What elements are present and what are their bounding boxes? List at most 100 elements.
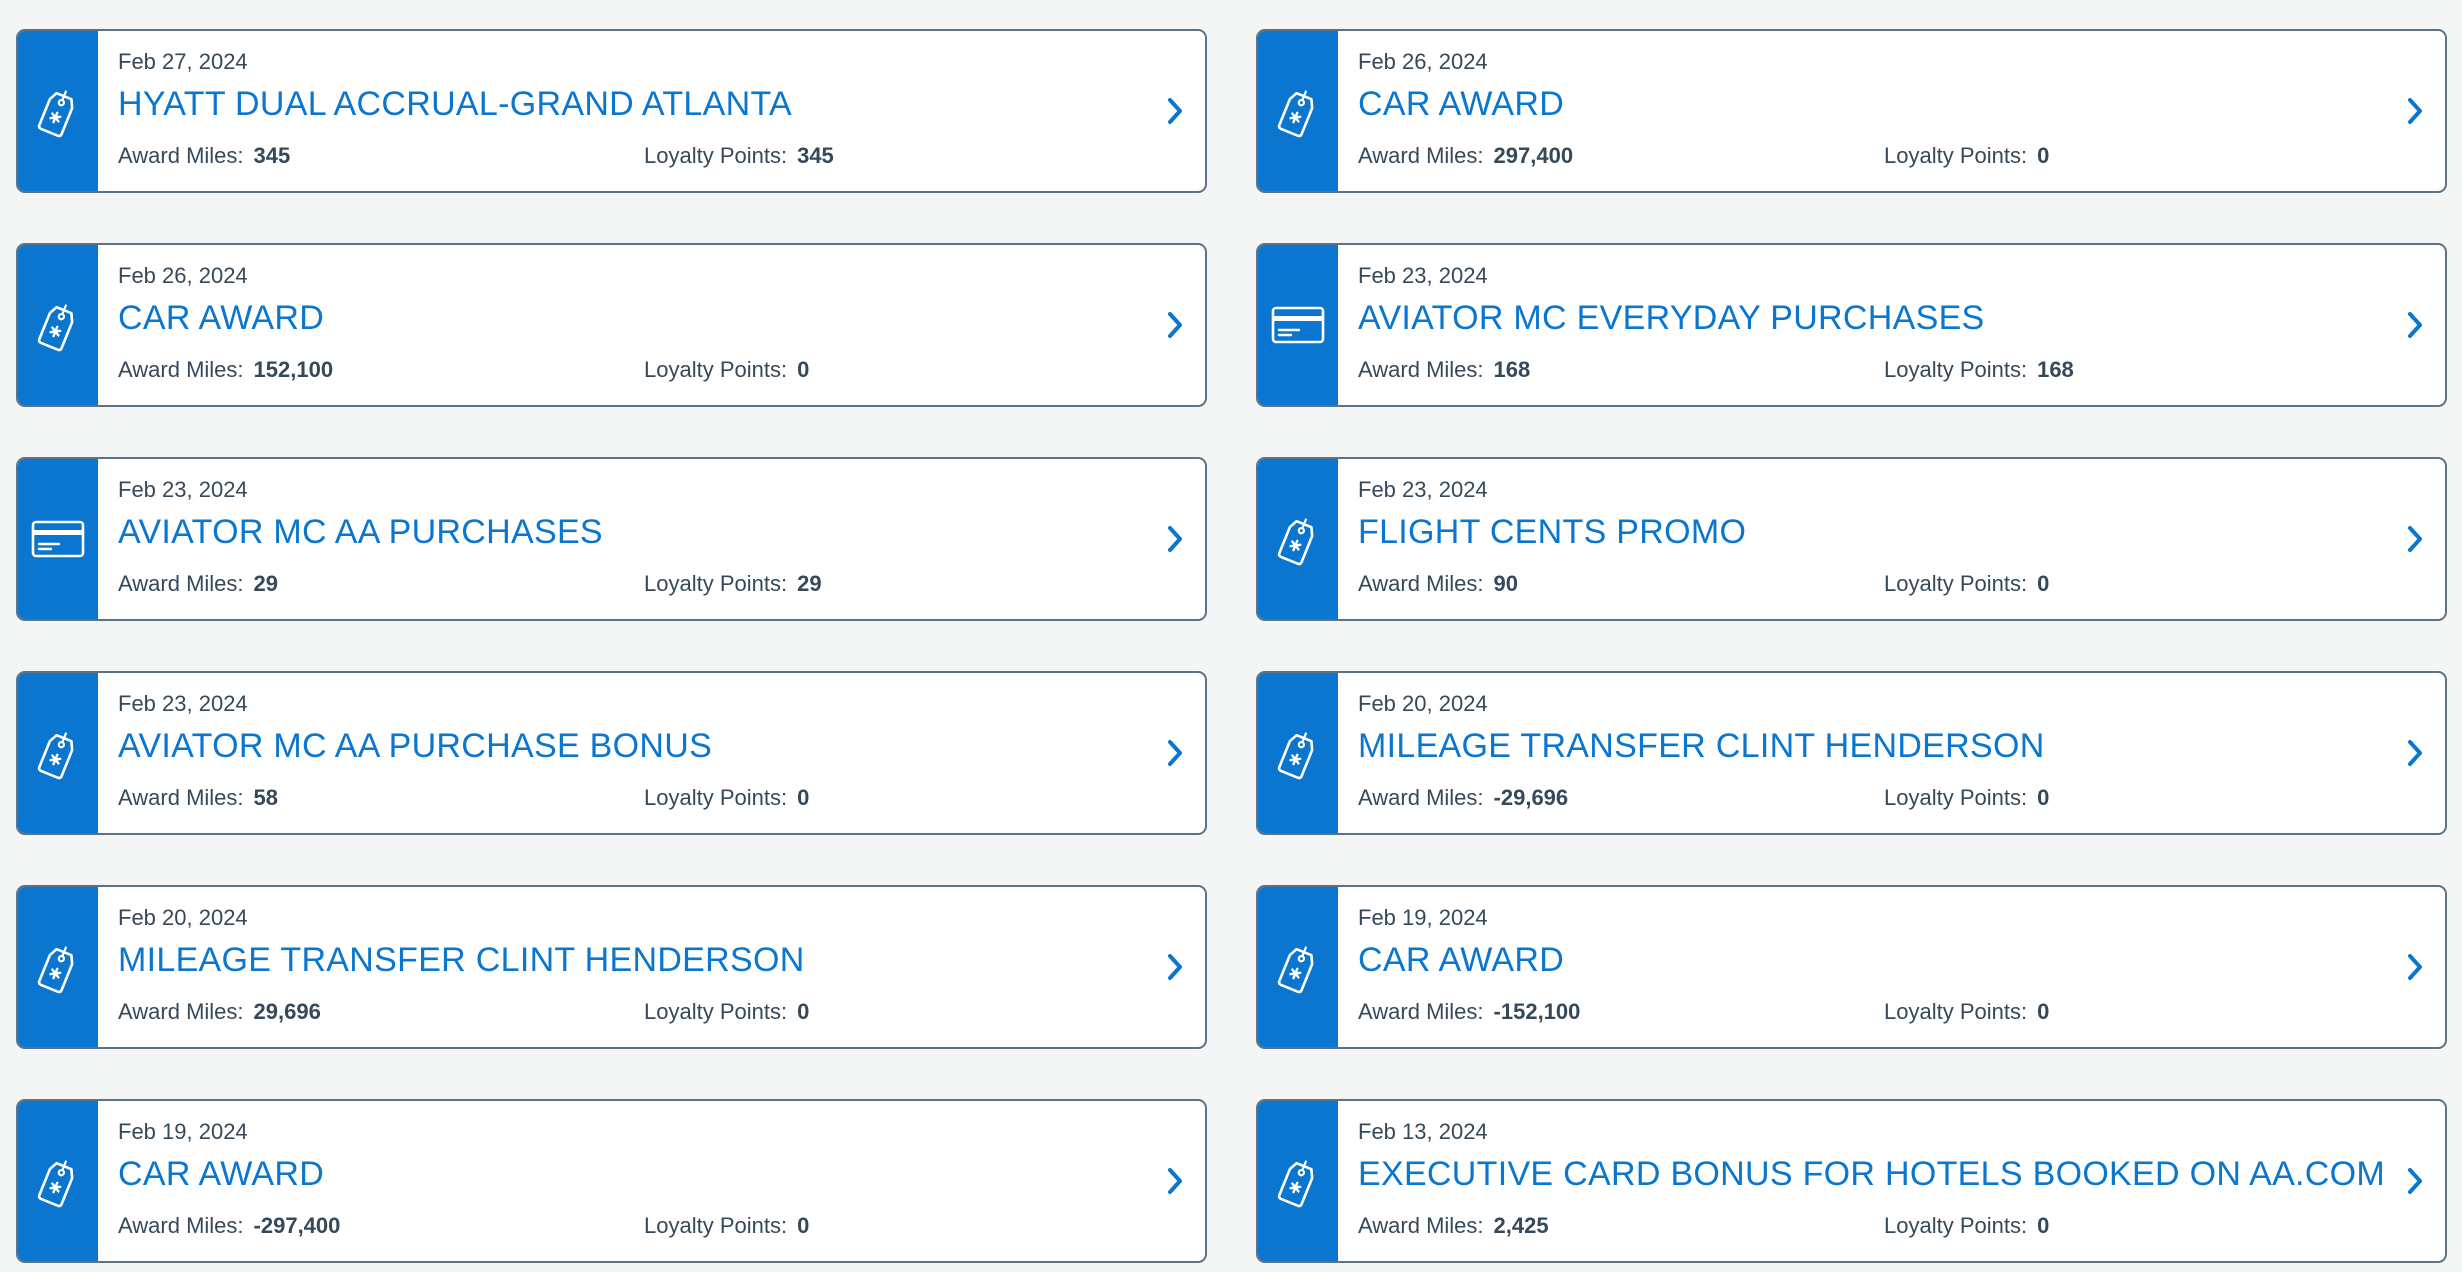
award-miles-label: Award Miles: [118, 143, 244, 168]
transaction-card[interactable]: Feb 27, 2024 HYATT DUAL ACCRUAL-GRAND AT… [16, 29, 1207, 193]
transaction-title[interactable]: CAR AWARD [1358, 85, 1564, 124]
chevron-right-icon[interactable] [2403, 1166, 2427, 1196]
award-miles-label: Award Miles: [1358, 1213, 1484, 1238]
loyalty-points-label: Loyalty Points: [644, 999, 788, 1024]
award-miles-stat: Award Miles: -29,696 [1358, 785, 1568, 811]
loyalty-points-stat: Loyalty Points: 0 [1884, 999, 2049, 1025]
loyalty-points-label: Loyalty Points: [1884, 999, 2028, 1024]
loyalty-points-label: Loyalty Points: [644, 785, 788, 810]
card-body: Feb 23, 2024 AVIATOR MC AA PURCHASE BONU… [118, 673, 1145, 833]
transaction-date: Feb 23, 2024 [1358, 263, 1488, 288]
chevron-right-icon[interactable] [2403, 96, 2427, 126]
transaction-card[interactable]: Feb 23, 2024 AVIATOR MC EVERYDAY PURCHAS… [1256, 243, 2447, 407]
transaction-card[interactable]: Feb 23, 2024 FLIGHT CENTS PROMO Award Mi… [1256, 457, 2447, 621]
card-icon-bar [1258, 459, 1338, 619]
card-body: Feb 19, 2024 CAR AWARD Award Miles: -297,… [118, 1101, 1145, 1261]
transaction-date: Feb 19, 2024 [118, 1119, 248, 1144]
transaction-title[interactable]: HYATT DUAL ACCRUAL-GRAND ATLANTA [118, 85, 792, 124]
award-miles-stat: Award Miles: 29,696 [118, 999, 321, 1025]
chevron-right-icon[interactable] [1163, 524, 1187, 554]
award-miles-label: Award Miles: [118, 785, 244, 810]
award-miles-label: Award Miles: [1358, 999, 1484, 1024]
card-icon-bar [18, 459, 98, 619]
tag-icon [36, 297, 80, 353]
transaction-date: Feb 23, 2024 [118, 477, 248, 502]
transaction-title[interactable]: CAR AWARD [118, 1155, 324, 1194]
card-icon-bar [1258, 673, 1338, 833]
award-miles-stat: Award Miles: -152,100 [1358, 999, 1580, 1025]
chevron-right-icon[interactable] [1163, 738, 1187, 768]
loyalty-points-stat: Loyalty Points: 0 [1884, 1213, 2049, 1239]
chevron-right-icon[interactable] [2403, 738, 2427, 768]
award-miles-label: Award Miles: [118, 1213, 244, 1238]
card-body: Feb 23, 2024 AVIATOR MC AA PURCHASES Awa… [118, 459, 1145, 619]
loyalty-points-value: 0 [797, 785, 810, 810]
chevron-right-icon[interactable] [1163, 952, 1187, 982]
award-miles-label: Award Miles: [1358, 143, 1484, 168]
transaction-card[interactable]: Feb 20, 2024 MILEAGE TRANSFER CLINT HEND… [16, 885, 1207, 1049]
transaction-date: Feb 26, 2024 [118, 263, 248, 288]
loyalty-points-label: Loyalty Points: [644, 357, 788, 382]
transaction-card[interactable]: Feb 26, 2024 CAR AWARD Award Miles: 152,1… [16, 243, 1207, 407]
chevron-right-icon[interactable] [1163, 96, 1187, 126]
transaction-card[interactable]: Feb 26, 2024 CAR AWARD Award Miles: 297,4… [1256, 29, 2447, 193]
loyalty-points-value: 0 [2037, 571, 2050, 596]
chevron-right-icon[interactable] [2403, 524, 2427, 554]
award-miles-value: 29,696 [253, 999, 321, 1024]
transaction-title[interactable]: AVIATOR MC AA PURCHASE BONUS [118, 727, 712, 766]
credit-card-icon [1271, 305, 1325, 345]
award-miles-value: -152,100 [1493, 999, 1581, 1024]
transaction-card[interactable]: Feb 19, 2024 CAR AWARD Award Miles: -152,… [1256, 885, 2447, 1049]
transaction-date: Feb 26, 2024 [1358, 49, 1488, 74]
card-body: Feb 23, 2024 FLIGHT CENTS PROMO Award Mi… [1358, 459, 2385, 619]
award-miles-label: Award Miles: [118, 571, 244, 596]
tag-icon [36, 83, 80, 139]
loyalty-points-stat: Loyalty Points: 0 [644, 357, 809, 383]
card-icon-bar [18, 673, 98, 833]
card-body: Feb 19, 2024 CAR AWARD Award Miles: -152,… [1358, 887, 2385, 1047]
card-body: Feb 20, 2024 MILEAGE TRANSFER CLINT HEND… [1358, 673, 2385, 833]
transaction-card[interactable]: Feb 19, 2024 CAR AWARD Award Miles: -297,… [16, 1099, 1207, 1263]
transaction-card[interactable]: Feb 13, 2024 EXECUTIVE CARD BONUS FOR HO… [1256, 1099, 2447, 1263]
loyalty-points-value: 0 [2037, 143, 2050, 168]
transaction-title[interactable]: CAR AWARD [118, 299, 324, 338]
chevron-right-icon[interactable] [2403, 310, 2427, 340]
transaction-date: Feb 13, 2024 [1358, 1119, 1488, 1144]
transaction-card[interactable]: Feb 23, 2024 AVIATOR MC AA PURCHASE BONU… [16, 671, 1207, 835]
transaction-title[interactable]: CAR AWARD [1358, 941, 1564, 980]
transaction-title[interactable]: MILEAGE TRANSFER CLINT HENDERSON [118, 941, 805, 980]
loyalty-points-label: Loyalty Points: [1884, 143, 2028, 168]
chevron-right-icon[interactable] [1163, 1166, 1187, 1196]
transaction-title[interactable]: EXECUTIVE CARD BONUS FOR HOTELS BOOKED O… [1358, 1155, 2385, 1194]
award-miles-stat: Award Miles: 152,100 [118, 357, 333, 383]
tag-icon [1276, 83, 1320, 139]
award-miles-value: -297,400 [253, 1213, 341, 1238]
chevron-right-icon[interactable] [1163, 310, 1187, 340]
card-icon-bar [1258, 31, 1338, 191]
transaction-title[interactable]: AVIATOR MC AA PURCHASES [118, 513, 603, 552]
transaction-date: Feb 23, 2024 [1358, 477, 1488, 502]
loyalty-points-value: 0 [797, 357, 810, 382]
transaction-title[interactable]: FLIGHT CENTS PROMO [1358, 513, 1746, 552]
transaction-title[interactable]: AVIATOR MC EVERYDAY PURCHASES [1358, 299, 1985, 338]
loyalty-points-label: Loyalty Points: [644, 143, 788, 168]
chevron-right-icon[interactable] [2403, 952, 2427, 982]
loyalty-points-label: Loyalty Points: [644, 571, 788, 596]
loyalty-points-value: 0 [2037, 785, 2050, 810]
card-icon-bar [18, 245, 98, 405]
transaction-title[interactable]: MILEAGE TRANSFER CLINT HENDERSON [1358, 727, 2045, 766]
award-miles-stat: Award Miles: 297,400 [1358, 143, 1573, 169]
loyalty-points-label: Loyalty Points: [1884, 1213, 2028, 1238]
transaction-card[interactable]: Feb 20, 2024 MILEAGE TRANSFER CLINT HEND… [1256, 671, 2447, 835]
transaction-card[interactable]: Feb 23, 2024 AVIATOR MC AA PURCHASES Awa… [16, 457, 1207, 621]
loyalty-points-label: Loyalty Points: [1884, 571, 2028, 596]
award-miles-label: Award Miles: [118, 999, 244, 1024]
transaction-date: Feb 20, 2024 [118, 905, 248, 930]
loyalty-points-stat: Loyalty Points: 345 [644, 143, 834, 169]
loyalty-points-stat: Loyalty Points: 0 [1884, 571, 2049, 597]
card-body: Feb 26, 2024 CAR AWARD Award Miles: 297,4… [1358, 31, 2385, 191]
loyalty-points-value: 29 [797, 571, 822, 596]
award-miles-stat: Award Miles: 2,425 [1358, 1213, 1549, 1239]
award-miles-value: -29,696 [1493, 785, 1569, 810]
loyalty-points-stat: Loyalty Points: 0 [1884, 143, 2049, 169]
